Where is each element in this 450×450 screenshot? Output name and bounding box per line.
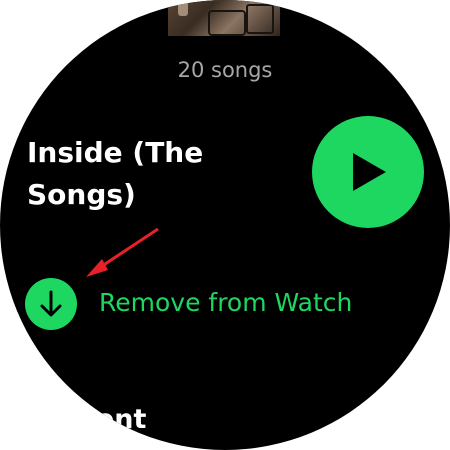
download-arrow-icon (25, 278, 77, 330)
annotation-arrow (86, 227, 159, 277)
remove-from-watch-button[interactable]: Remove from Watch (25, 278, 405, 332)
watch-face: 20 songs Inside (The Songs) Remove from … (0, 0, 450, 450)
next-section-label: ent (96, 404, 147, 435)
remove-from-watch-label: Remove from Watch (99, 288, 353, 317)
